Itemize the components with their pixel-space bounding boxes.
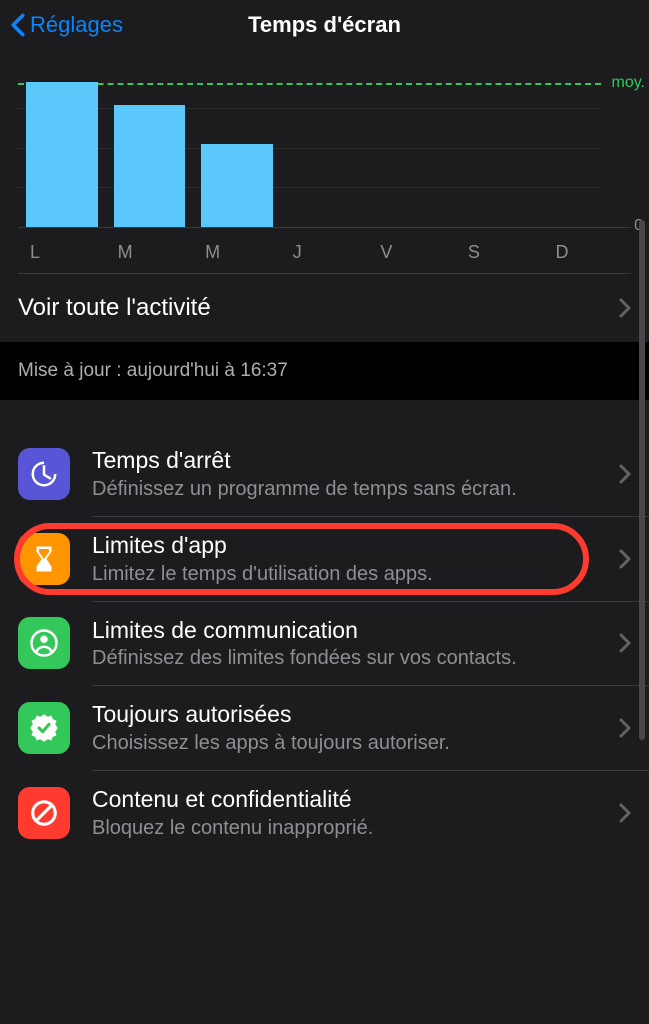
block-icon [18,787,70,839]
always-allowed-sub: Choisissez les apps à toujours autoriser… [92,731,619,756]
chart-bar [201,144,273,227]
downtime-sub: Définissez un programme de temps sans éc… [92,477,619,502]
communication-limits-row[interactable]: Limites de communication Définissez des … [0,602,649,686]
view-activity-label: Voir toute l'activité [18,294,619,322]
content-privacy-sub: Bloquez le contenu inapproprié. [92,816,619,841]
chart-day-label: L [18,242,106,263]
downtime-row[interactable]: Temps d'arrêt Définissez un programme de… [0,432,649,516]
content-privacy-row[interactable]: Contenu et confidentialité Bloquez le co… [0,771,649,855]
hourglass-icon [18,533,70,585]
content-privacy-title: Contenu et confidentialité [92,785,619,814]
contact-icon [18,617,70,669]
chevron-right-icon [619,298,631,318]
communication-limits-title: Limites de communication [92,616,619,645]
downtime-title: Temps d'arrêt [92,446,619,475]
nav-bar: Réglages Temps d'écran [0,0,649,50]
chevron-right-icon [619,633,631,653]
back-button[interactable]: Réglages [0,12,123,38]
chart-x-labels: LMMJVSD [0,234,649,273]
chart-bar [26,82,98,227]
usage-chart: moy. 0 [0,50,649,234]
always-allowed-row[interactable]: Toujours autorisées Choisissez les apps … [0,686,649,770]
chart-day-label: M [193,242,281,263]
page-title: Temps d'écran [248,12,401,38]
chart-day-label: D [543,242,631,263]
check-badge-icon [18,702,70,754]
chart-day-label: J [281,242,369,263]
chart-day-label: S [456,242,544,263]
view-activity-row[interactable]: Voir toute l'activité [0,274,649,342]
chevron-left-icon [10,13,26,37]
always-allowed-title: Toujours autorisées [92,700,619,729]
settings-group: Temps d'arrêt Définissez un programme de… [0,432,649,855]
app-limits-sub: Limitez le temps d'utilisation des apps. [92,562,619,587]
chart-day-label: V [368,242,456,263]
chart-bar [114,105,186,227]
app-limits-title: Limites d'app [92,531,619,560]
chart-day-label: M [106,242,194,263]
back-label: Réglages [30,12,123,38]
update-status-text: Mise à jour : aujourd'hui à 16:37 [18,360,288,381]
chevron-right-icon [619,803,631,823]
chevron-right-icon [619,549,631,569]
update-status: Mise à jour : aujourd'hui à 16:37 [0,342,649,400]
scroll-indicator[interactable] [639,220,645,740]
app-limits-row[interactable]: Limites d'app Limitez le temps d'utilisa… [0,517,649,601]
chevron-right-icon [619,464,631,484]
communication-limits-sub: Définissez des limites fondées sur vos c… [92,646,619,671]
chevron-right-icon [619,718,631,738]
downtime-icon [18,448,70,500]
